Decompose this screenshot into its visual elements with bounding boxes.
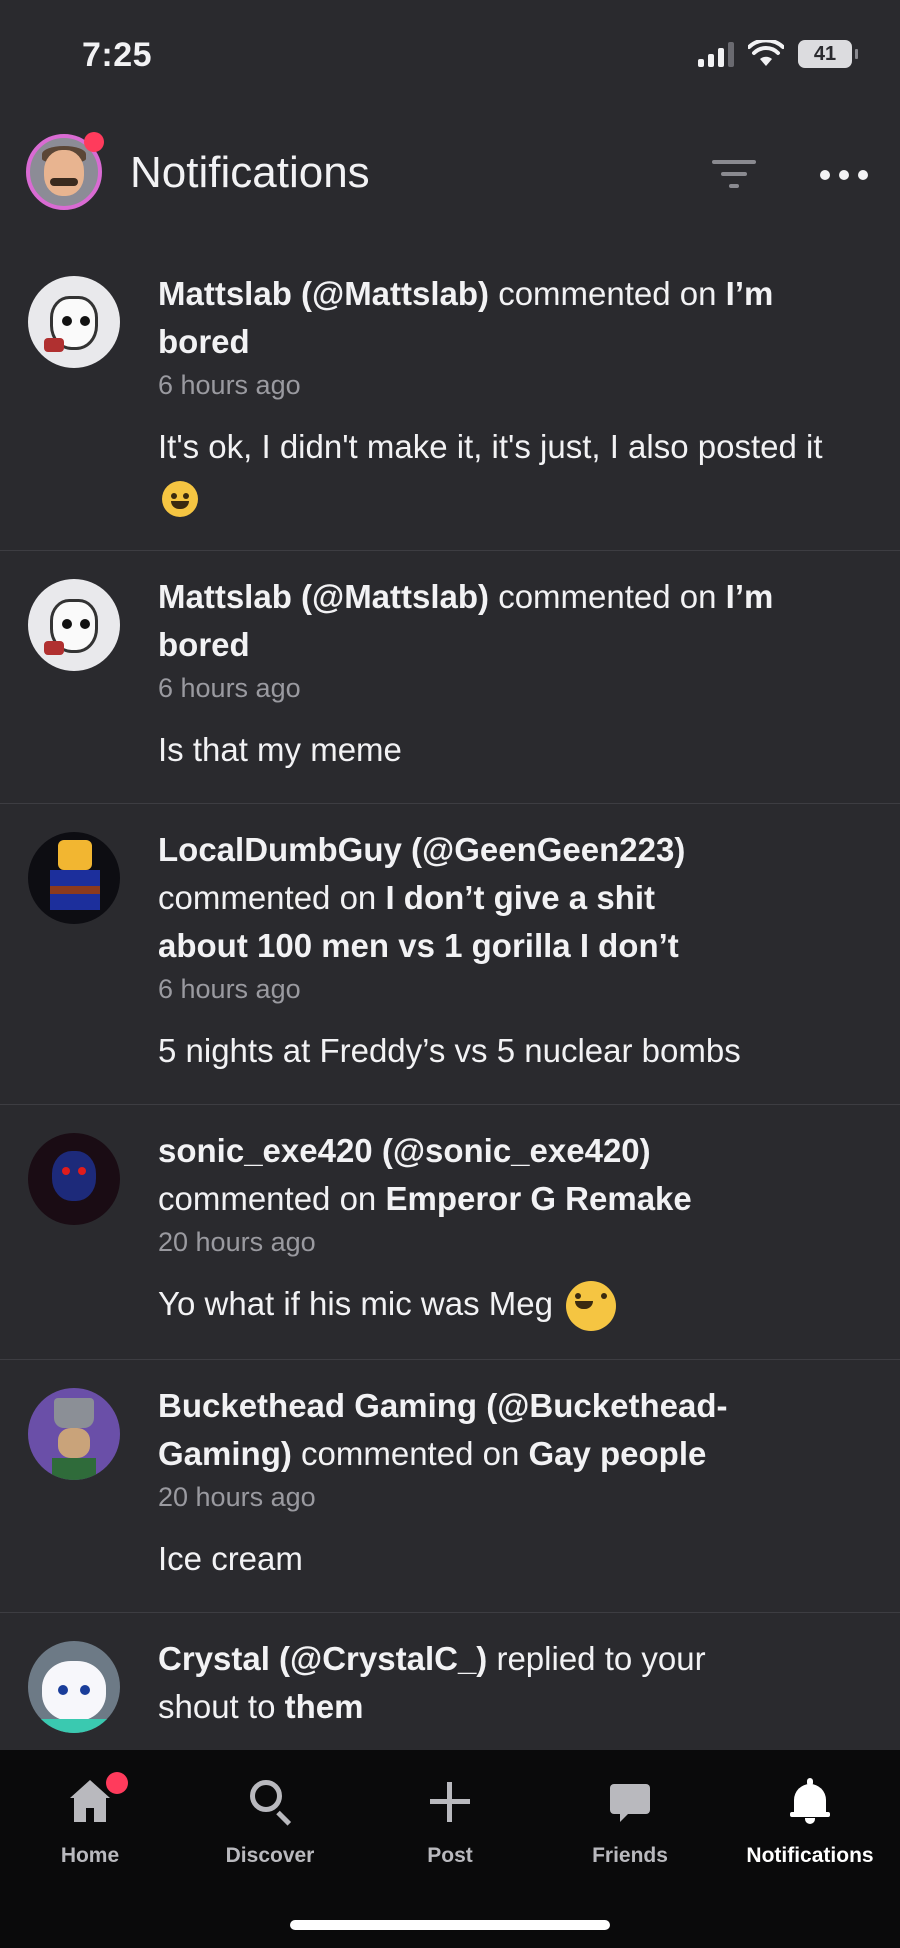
notification-target[interactable]: them [285,1688,364,1725]
notification-user[interactable]: LocalDumbGuy (@GeenGeen223) [158,831,685,868]
notification-item[interactable]: Crystal (@CrystalC_) replied to your sho… [0,1613,900,1750]
notification-time: 20 hours ago [158,1227,316,1257]
status-bar: 7:25 41 [0,0,900,110]
notification-user[interactable]: Mattslab (@Mattslab) [158,578,489,615]
notification-target[interactable]: Emperor G Remake [385,1180,691,1217]
notification-action: commented on [158,1180,386,1217]
comment-text: It's ok, I didn't make it, it's just, I … [158,428,823,465]
tab-label: Notifications [746,1844,874,1867]
bell-icon [786,1778,834,1826]
page-title: Notifications [130,148,370,197]
notification-comment: 5 nights at Freddy’s vs 5 nuclear bombs [158,1032,741,1069]
notification-headline: Crystal (@CrystalC_) replied to your sho… [158,1635,864,1731]
tab-label: Home [60,1844,120,1867]
notification-list[interactable]: Mattslab (@Mattslab) commented on I’m bo… [0,248,900,1750]
rolling-laughing-emoji [566,1281,617,1332]
notification-user[interactable]: sonic_exe420 (@sonic_exe420) [158,1132,651,1169]
wifi-icon [748,40,784,66]
notification-comment: Yo what if his mic was Meg [158,1279,864,1332]
notification-time: 6 hours ago [158,974,301,1004]
notification-action: commented on [489,578,726,615]
tab-home[interactable]: Home [0,1772,180,1882]
user-avatar[interactable] [28,579,120,671]
notification-action: commented on [158,879,386,916]
notification-user[interactable]: Mattslab (@Mattslab) [158,275,489,312]
notification-time: 20 hours ago [158,1482,316,1513]
home-notification-badge [106,1772,128,1794]
tab-post[interactable]: Post [360,1772,540,1882]
notification-item[interactable]: Mattslab (@Mattslab) commented on I’m bo… [0,248,900,551]
notification-headline: LocalDumbGuy (@GeenGeen223) commented on… [158,826,864,970]
home-indicator[interactable] [290,1920,610,1930]
notification-comment: It's ok, I didn't make it, it's just, I … [158,422,864,522]
more-options-icon[interactable] [820,160,868,190]
notification-item[interactable]: Mattslab (@Mattslab) commented on I’m bo… [0,551,900,804]
notification-headline: Buckethead Gaming (@Buckethead-Gaming) c… [158,1382,864,1478]
notification-user[interactable]: Crystal (@CrystalC_) [158,1640,487,1677]
status-time: 7:25 [82,36,153,74]
notification-item[interactable]: Buckethead Gaming (@Buckethead-Gaming) c… [0,1360,900,1614]
notification-comment: Ice cream [158,1540,303,1578]
notification-headline: Mattslab (@Mattslab) commented on I’m bo… [158,573,864,669]
tab-bar: Home Discover Post Friends Notifications [0,1750,900,1948]
user-avatar[interactable] [28,276,120,368]
chat-icon [606,1778,654,1826]
tab-friends[interactable]: Friends [540,1772,720,1882]
filter-icon[interactable] [712,156,756,192]
notification-target[interactable]: Gay people [528,1435,706,1472]
tab-label: Discover [225,1844,315,1867]
notification-action: commented on [291,1435,529,1473]
notification-comment: Is that my meme [158,731,402,768]
notification-time: 6 hours ago [158,370,301,400]
status-icons: 41 [698,40,858,68]
user-avatar[interactable] [28,1133,120,1225]
notification-item[interactable]: LocalDumbGuy (@GeenGeen223) commented on… [0,804,900,1105]
tab-label: Post [427,1844,473,1867]
plus-icon [426,1778,474,1826]
profile-notification-badge [84,132,104,152]
battery-level: 41 [813,42,837,65]
notification-action: commented on [489,275,726,312]
signal-icon [698,41,734,67]
tab-notifications[interactable]: Notifications [720,1772,900,1882]
comment-text: Yo what if his mic was Meg [158,1285,553,1322]
notification-item[interactable]: sonic_exe420 (@sonic_exe420) commented o… [0,1105,900,1361]
home-icon [66,1772,128,1826]
battery-icon: 41 [798,40,858,68]
user-avatar[interactable] [28,832,120,924]
notification-headline: sonic_exe420 (@sonic_exe420) commented o… [158,1127,864,1223]
tab-label: Friends [592,1844,668,1867]
user-avatar[interactable] [28,1641,120,1734]
header: Notifications [0,120,900,230]
tab-discover[interactable]: Discover [180,1772,360,1882]
notification-headline: Mattslab (@Mattslab) commented on I’m bo… [158,270,864,366]
search-icon [246,1778,294,1826]
sweat-smile-emoji [162,481,198,518]
notification-time: 6 hours ago [158,673,301,703]
user-avatar[interactable] [28,1388,120,1481]
